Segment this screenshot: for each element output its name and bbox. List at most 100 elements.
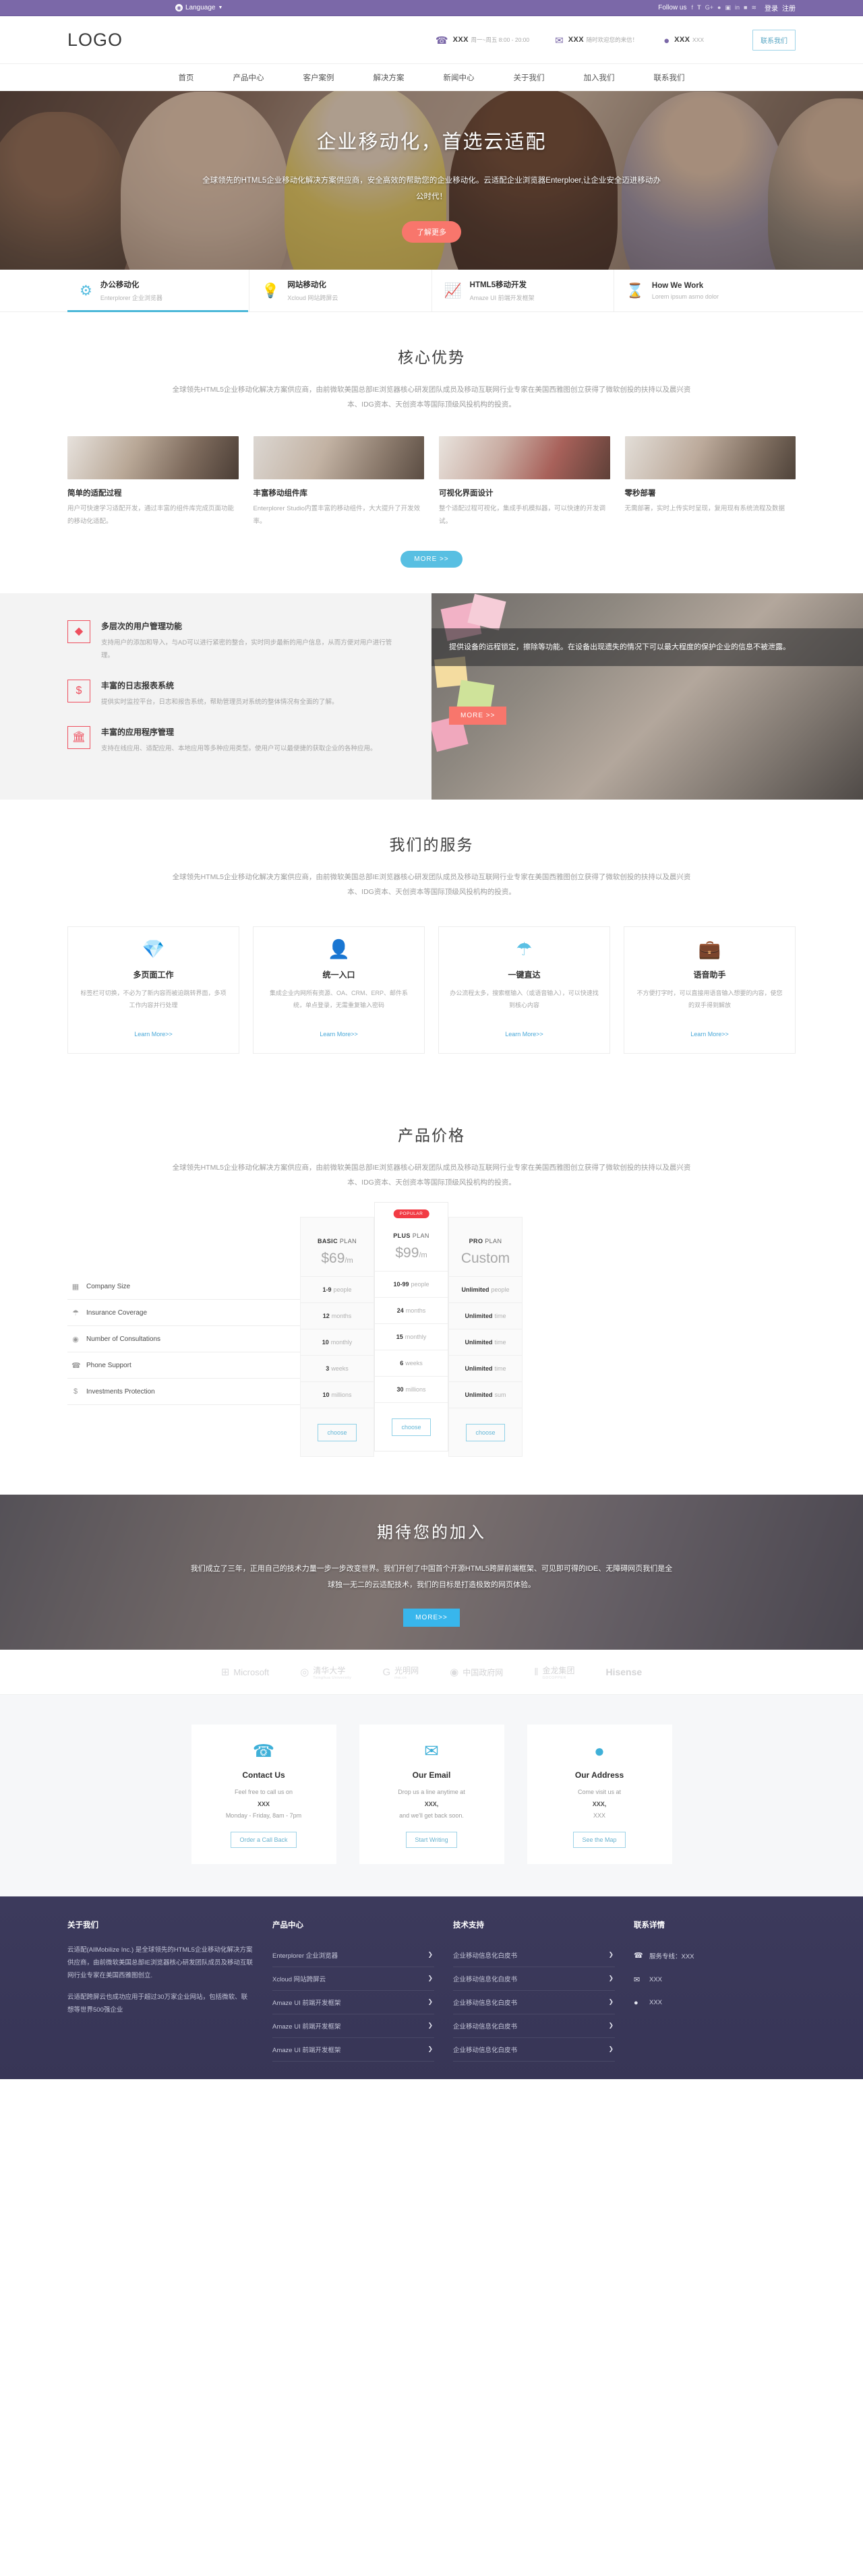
footer-support-item[interactable]: 企业移动信息化白皮书 ❯ [453, 2014, 615, 2038]
chevron-right-icon: ❯ [427, 1951, 433, 1958]
service-card[interactable]: 💎 多页面工作 标签栏可切换，不必为了新内容而被迫跳转界面，多项工作内容并行处理… [67, 926, 239, 1054]
header-address-note: XXX [692, 36, 704, 43]
pricing-section: 产品价格 全球领先HTML5企业移动化解决方案供应商，由前微软美国总部IE浏览器… [0, 1091, 863, 1495]
facebook-icon[interactable]: f [691, 4, 693, 11]
tab-html5-dev[interactable]: 📈 HTML5移动开发 Amaze UI 前端开发框架 [432, 270, 614, 311]
footer-about-title: 关于我们 [67, 1921, 98, 1929]
contact-card-button[interactable]: Start Writing [406, 1831, 457, 1848]
services-title: 我们的服务 [389, 836, 474, 854]
plan-name-rest: PLAN [483, 1238, 502, 1245]
nav-item-contact[interactable]: 联系我们 [654, 74, 685, 82]
service-card[interactable]: 👤 统一入口 集成企业内网所有资源、OA、CRM、ERP、邮件系统，单点登录，无… [253, 926, 425, 1054]
footer-product-item[interactable]: Amaze UI 前端开发框架 ❯ [272, 2014, 434, 2038]
footer-support-item[interactable]: 企业移动信息化白皮书 ❯ [453, 2038, 615, 2062]
service-card[interactable]: 💼 语音助手 不方便打字时，可以直接用语音输入想要的内容，使您的双手得到解放 L… [624, 926, 796, 1054]
contact-card-button[interactable]: See the Map [573, 1831, 626, 1848]
pricing-plan-basic[interactable]: BASIC PLAN $69/m 1-9 people 12 months 10 … [300, 1217, 374, 1458]
partner-name: 中国政府网 [463, 1667, 504, 1677]
footer-product-item[interactable]: Xcloud 网站跨屏云 ❯ [272, 1967, 434, 1991]
service-card-link[interactable]: Learn More>> [134, 1031, 173, 1038]
service-card[interactable]: ☂ 一键直达 办公流程太多，搜索框输入（或语音输入），可以快速找到核心内容 Le… [438, 926, 610, 1054]
footer-contact-address-text: XXX [649, 1999, 663, 2007]
register-link[interactable]: 注册 [782, 3, 796, 13]
pricing-feature-row: $ Investments Protection [67, 1379, 300, 1406]
pricing-feature-label: Insurance Coverage [86, 1309, 148, 1317]
nav-item-products[interactable]: 产品中心 [233, 74, 264, 82]
plan-cell-strong: 6 [400, 1360, 404, 1367]
twitter-icon[interactable]: 𝐓 [697, 4, 701, 11]
youtube-icon[interactable]: ■ [744, 4, 747, 11]
tab-website-mobility[interactable]: 💡 网站移动化 Xcloud 网站跨屏云 [249, 270, 432, 311]
nav-item-cases[interactable]: 客户案例 [303, 74, 334, 82]
tab-office-mobility[interactable]: ⚙ 办公移动化 Enterplorer 企业浏览器 [67, 270, 250, 312]
chart-icon: 📈 [444, 282, 462, 299]
footer-contact-address: ● XXX [634, 1991, 796, 2014]
googleplus-icon[interactable]: G+ [705, 4, 713, 11]
header-contact-address: ● XXX XXX [663, 34, 704, 46]
core-card[interactable]: 简单的适配过程 用户可快速学习适配开发，通过丰富的组件库完成页面功能的移动化适配… [67, 436, 239, 528]
core-card-image [624, 436, 796, 480]
footer-support-item[interactable]: 企业移动信息化白皮书 ❯ [453, 1967, 615, 1991]
footer-product-item[interactable]: Amaze UI 前端开发框架 ❯ [272, 1991, 434, 2014]
footer-support-item[interactable]: 企业移动信息化白皮书 ❯ [453, 1991, 615, 2014]
nav-item-about[interactable]: 关于我们 [514, 74, 545, 82]
pricing-plan-plus[interactable]: POPULAR PLUS PLAN $99/m 10-99 people 24 m… [374, 1202, 448, 1452]
contact-card-line2: XXX, [592, 1800, 607, 1807]
core-more-button[interactable]: MORE >> [400, 551, 463, 568]
contact-card-line3: Monday - Friday, 8am - 7pm [225, 1812, 302, 1820]
nav-item-solutions[interactable]: 解决方案 [374, 74, 405, 82]
plan-name-rest: PLAN [410, 1232, 429, 1240]
language-switcher[interactable]: ◉ Language ▼ [175, 4, 222, 11]
chevron-right-icon: ❯ [427, 2045, 433, 2053]
chevron-right-icon: ❯ [608, 1975, 614, 1982]
core-card[interactable]: 可视化界面设计 整个适配过程可视化，集成手机模拟器，可以快速的开发调试。 [439, 436, 610, 528]
contact-card-button[interactable]: Order a Call Back [231, 1831, 297, 1848]
plan-choose-button[interactable]: choose [392, 1418, 431, 1436]
footer-product-item[interactable]: Amaze UI 前端开发框架 ❯ [272, 2038, 434, 2062]
plan-cell-strong: 10-99 [393, 1281, 409, 1288]
phone-icon: ☎ [634, 1952, 643, 1960]
header-email-note: 随时欢迎您的来信！ [586, 36, 638, 43]
footer-product-label: Xcloud 网站跨屏云 [272, 1975, 326, 1983]
plan-choose-button[interactable]: choose [318, 1423, 357, 1441]
plan-name-strong: PRO [469, 1238, 483, 1245]
plan-cell-rest: millions [405, 1386, 426, 1394]
service-card-link[interactable]: Learn More>> [505, 1031, 543, 1038]
core-card-title: 丰富移动组件库 [253, 489, 308, 498]
site-logo[interactable]: LOGO [67, 30, 123, 51]
service-card-link[interactable]: Learn More>> [320, 1031, 358, 1038]
plan-name-strong: PLUS [393, 1232, 411, 1240]
footer-products-title: 产品中心 [272, 1921, 303, 1929]
split-feature-row: ◆ 多层次的用户管理功能 支持用户的添加和导入，与AD可以进行紧密的整合，实时同… [67, 620, 396, 662]
linkedin-icon[interactable]: in [735, 4, 740, 11]
hero-cta-button[interactable]: 了解更多 [402, 221, 461, 243]
login-link[interactable]: 登录 [765, 3, 778, 13]
footer-about-p1: 云适配(AllMobilize Inc.) 是全球领先的HTML5企业移动化解决… [67, 1946, 253, 1979]
footer-products-column: 产品中心 Enterplorer 企业浏览器 ❯ Xcloud 网站跨屏云 ❯ Am… [272, 1919, 434, 2062]
core-card[interactable]: 丰富移动组件库 Enterplorer Studio内置丰富的移动组件，大大提升… [253, 436, 424, 528]
nav-item-join[interactable]: 加入我们 [584, 74, 615, 82]
footer-support-label: 企业移动信息化白皮书 [453, 2046, 518, 2054]
footer-support-item[interactable]: 企业移动信息化白皮书 ❯ [453, 1944, 615, 1967]
plan-choose-button[interactable]: choose [466, 1423, 505, 1441]
footer-product-item[interactable]: Enterplorer 企业浏览器 ❯ [272, 1944, 434, 1967]
tab-how-we-work[interactable]: ⌛ How We Work Lorem ipsum asmo dolor [614, 270, 796, 311]
footer-product-label: Amaze UI 前端开发框架 [272, 1999, 341, 2007]
pricing-plan-pro[interactable]: PRO PLAN Custom Unlimited people Unlimit… [448, 1217, 523, 1458]
mail-icon: ✉ [555, 35, 564, 47]
header-contact-button[interactable]: 联系我们 [752, 29, 796, 51]
core-card[interactable]: 零秒部署 无需部署，实时上传实时呈现，复用现有系统流程及数据 [624, 436, 796, 528]
microsoft-icon: ⊞ [220, 1667, 230, 1679]
nav-item-home[interactable]: 首页 [179, 74, 194, 82]
feature-split-section: ◆ 多层次的用户管理功能 支持用户的添加和导入，与AD可以进行紧密的整合，实时同… [0, 593, 863, 800]
split-feature-text: 提供实时监控平台，日志和报告系统，帮助管理员对系统的整体情况有全面的了解。 [101, 698, 338, 707]
dribbble-icon[interactable]: ● [717, 4, 721, 11]
instagram-icon[interactable]: ▣ [725, 4, 731, 11]
service-card-link[interactable]: Learn More>> [690, 1031, 729, 1038]
split-more-button[interactable]: MORE >> [449, 707, 507, 725]
tsinghua-seal-icon: ◎ [300, 1667, 309, 1679]
join-more-button[interactable]: MORE>> [403, 1608, 460, 1627]
partner-logo-gdcopper: ‖ 金龙集团 GDCOPPER [534, 1665, 574, 1680]
nav-item-news[interactable]: 新闻中心 [444, 74, 475, 82]
rss-icon[interactable]: ≋ [751, 4, 756, 11]
